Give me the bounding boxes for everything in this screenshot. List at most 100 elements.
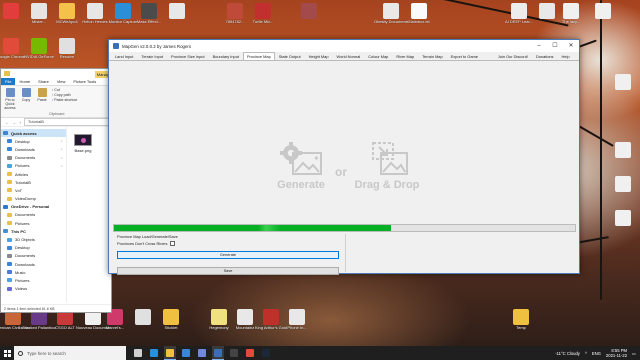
nav-item[interactable]: TutorialB (1, 178, 66, 186)
tab-help[interactable]: Help (557, 52, 573, 60)
tab-terrain-map[interactable]: Terrain Map (418, 52, 447, 60)
nav-item-label: VoT (15, 187, 23, 193)
nav-item[interactable]: Documents ⊥ (1, 154, 66, 162)
nav-item[interactable]: Pictures (1, 219, 66, 227)
nav-item[interactable]: Desktop ⊥ (1, 137, 66, 145)
maximize-button[interactable]: ☐ (547, 40, 563, 52)
desktop-icon[interactable]: Malinbox.txt (402, 3, 436, 25)
tab-picture-tools[interactable]: Picture Tools (69, 78, 100, 85)
up-arrow-icon[interactable]: ↑ (19, 120, 21, 125)
tab-export-to-game[interactable]: Export to Game (447, 52, 482, 60)
desktop-icon[interactable] (606, 74, 640, 91)
province-map-panel: ✦ Generate or Drag & Drop Province Map L… (109, 61, 579, 275)
nav-item-label: Downloads (15, 146, 35, 152)
desktop-icon-label: Turtle Mix... (252, 20, 274, 24)
taskbar-steam-button[interactable] (260, 346, 272, 360)
desktop-icon[interactable]: Sticklet (154, 309, 188, 331)
tab-river-map[interactable]: River Map (392, 52, 418, 60)
nav-item[interactable]: This PC (1, 227, 66, 235)
nav-item[interactable]: Articles (1, 170, 66, 178)
tab-height-map[interactable]: Height Map (305, 52, 333, 60)
gear-image-icon: ✦ (280, 142, 322, 175)
address-path[interactable]: TutorialB (24, 118, 109, 126)
generate-button[interactable]: Generate (117, 251, 339, 259)
tab-share[interactable]: Share (34, 78, 53, 85)
nav-item[interactable]: Documents (1, 211, 66, 219)
tab-boundary-input[interactable]: Boundary Input (209, 52, 243, 60)
paste-button[interactable]: Paste (36, 88, 48, 115)
nav-item[interactable]: Pictures ⊥ (1, 162, 66, 170)
file-item[interactable]: Base.png (71, 134, 95, 153)
mapgen-titlebar[interactable]: MapGen v2.0.0.2 by James Rogers – ☐ ✕ (109, 40, 579, 52)
taskbar-edge-button[interactable] (148, 346, 160, 360)
desktop-icon[interactable]: The lazy... (554, 3, 588, 25)
tab-terrain-input[interactable]: Terrain Input (137, 52, 167, 60)
tab-state-output[interactable]: State Output (275, 52, 305, 60)
nav-item[interactable]: Quick access (1, 129, 66, 138)
desktop-app-icon (383, 3, 399, 19)
language-indicator[interactable]: ENG (592, 351, 601, 356)
nav-item[interactable]: Downloads ⊥ (1, 145, 66, 153)
desktop-icon[interactable]: Temp (504, 309, 538, 331)
taskbar-chrome-button[interactable] (244, 346, 256, 360)
tab-world-normal[interactable]: World Normal (333, 52, 365, 60)
tab-colour-map[interactable]: Colour Map (364, 52, 392, 60)
notification-icon[interactable]: ▭ (632, 351, 636, 356)
pin-icon: ⊥ (60, 147, 63, 152)
tray-arrow-icon[interactable]: ^ (585, 351, 587, 356)
close-button[interactable]: ✕ (563, 40, 579, 52)
nav-item[interactable]: VoT (1, 186, 66, 194)
minimize-button[interactable]: – (531, 40, 547, 52)
forward-arrow-icon[interactable]: → (12, 120, 16, 125)
save-button[interactable]: Save (117, 267, 339, 275)
tab-land-input[interactable]: Land Input (111, 52, 137, 60)
taskbar-discord-button[interactable] (196, 346, 208, 360)
image-drop-zone[interactable]: ✦ Generate or Drag & Drop (109, 61, 579, 221)
nav-item[interactable]: Desktop (1, 244, 66, 252)
desktop-icon[interactable] (606, 210, 640, 227)
nav-item-label: Quick access (11, 130, 37, 136)
back-arrow-icon[interactable]: ← (5, 120, 9, 125)
paste-shortcut-button[interactable]: Paste shortcut (52, 98, 77, 103)
tab-donations[interactable]: Donations (532, 52, 558, 60)
taskbar-store-button[interactable] (180, 346, 192, 360)
tab-join-our-discord-[interactable]: Join Our Discord! (494, 52, 532, 60)
desktop-icon[interactable]: Turtle Mix... (246, 3, 280, 25)
weather-widget[interactable]: -11°C Cloudy (555, 351, 580, 356)
copy-button[interactable]: Copy (20, 88, 32, 115)
desktop-app-icon (513, 309, 529, 325)
folder-icon (7, 163, 12, 168)
nav-item[interactable]: Pictures (1, 276, 66, 284)
tab-view[interactable]: View (53, 78, 70, 85)
rivers-checkbox-label: Provinces Don't Cross Rivers (117, 241, 168, 246)
taskbar-terminal-button[interactable] (228, 346, 240, 360)
tab-province-map[interactable]: Province Map (242, 52, 275, 60)
desktop-icon[interactable]: Resolve (50, 38, 84, 60)
nav-item[interactable]: OneDrive - Personal (1, 203, 66, 211)
tab-file[interactable]: File (1, 78, 16, 85)
nav-item[interactable]: Videos (1, 285, 66, 293)
desktop-icon[interactable] (292, 3, 326, 20)
clock[interactable]: 8:55 PM 2021-11-22 (606, 348, 627, 358)
taskbar-file-explorer-button[interactable] (164, 346, 176, 360)
nav-item[interactable]: 3D Objects (1, 235, 66, 243)
nav-item[interactable]: Music (1, 268, 66, 276)
taskbar-search[interactable]: Type here to search (14, 346, 126, 360)
taskbar-task-view-button[interactable] (132, 346, 144, 360)
desktop-app-icon (595, 3, 611, 19)
desktop-icon[interactable]: Phone In... (280, 309, 314, 331)
nav-item[interactable]: Downloads (1, 260, 66, 268)
start-button[interactable] (0, 346, 14, 360)
pin-quick-access-button[interactable]: Pin to Quick access (4, 88, 16, 115)
tab-home[interactable]: Home (15, 78, 34, 85)
desktop-icon[interactable] (160, 3, 194, 20)
tab-province-size-input[interactable]: Province Size Input (167, 52, 209, 60)
taskbar-mapgen-button[interactable] (212, 346, 224, 360)
rivers-option[interactable]: Provinces Don't Cross Rivers (117, 241, 176, 246)
desktop-icon[interactable] (606, 176, 640, 193)
nav-item[interactable]: VideoDump (1, 195, 66, 203)
rivers-checkbox[interactable] (170, 241, 176, 246)
desktop-icon[interactable] (606, 142, 640, 159)
desktop-icon[interactable] (586, 3, 620, 20)
nav-item[interactable]: Documents (1, 252, 66, 260)
